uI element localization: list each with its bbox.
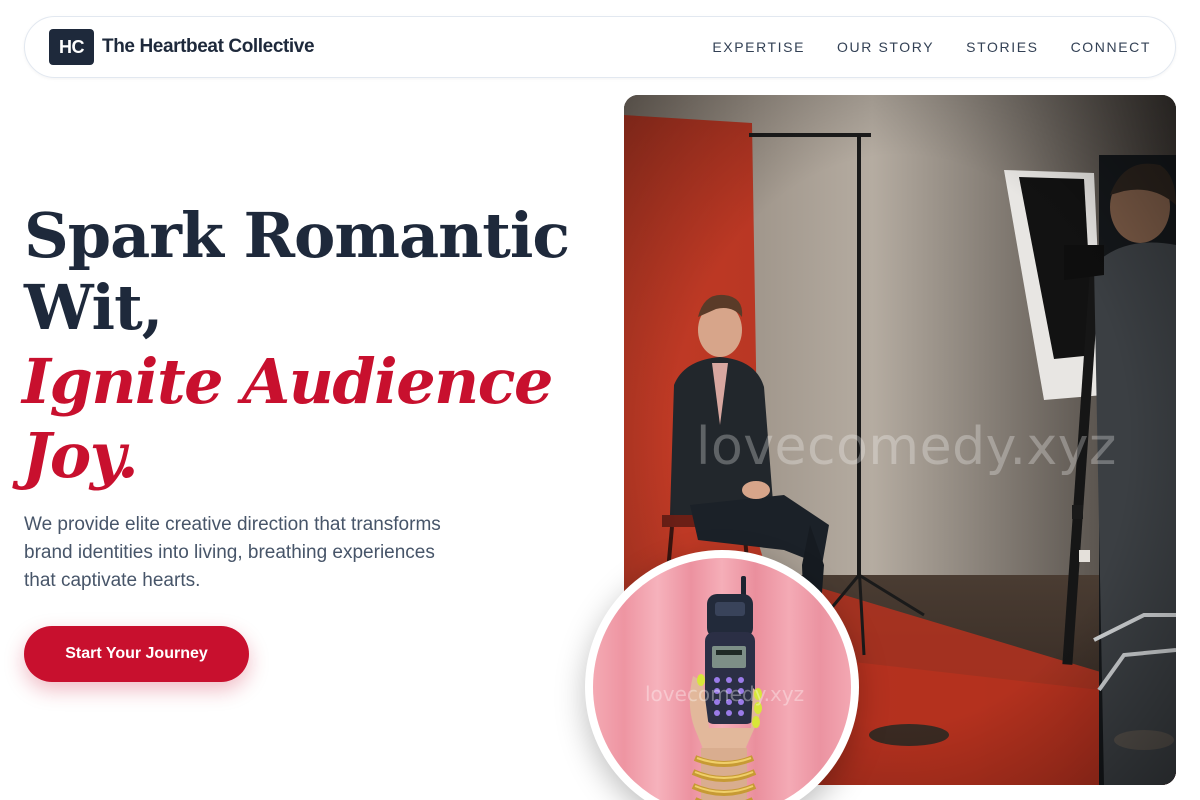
hero-headline: Spark Romantic Wit,: [24, 200, 604, 344]
nav-links: EXPERTISE OUR STORY STORIES CONNECT: [712, 38, 1151, 56]
nav-link-stories[interactable]: STORIES: [966, 38, 1038, 56]
headline-line-1: Spark Romantic: [24, 199, 570, 272]
inset-photo-phone: lovecomedy.xyz: [593, 558, 851, 800]
brand-name[interactable]: The Heartbeat Collective: [102, 36, 315, 58]
start-journey-button[interactable]: Start Your Journey: [24, 626, 249, 682]
hero-headline-accent: Ignite Audience Joy.: [22, 345, 602, 493]
flip-phone-illustration: [593, 558, 851, 800]
hero-subtext: We provide elite creative direction that…: [24, 514, 441, 591]
headline-line-2: Wit,: [24, 271, 163, 344]
nav-link-our-story[interactable]: OUR STORY: [837, 38, 934, 56]
top-nav-bar: HC The Heartbeat Collective EXPERTISE OU…: [24, 16, 1176, 78]
brand-logo[interactable]: HC: [49, 29, 94, 65]
accent-line-1: Ignite Audience: [22, 345, 553, 418]
nav-link-connect[interactable]: CONNECT: [1071, 38, 1151, 56]
nav-link-expertise[interactable]: EXPERTISE: [712, 38, 805, 56]
photo-watermark: lovecomedy.xyz: [696, 417, 1117, 477]
inset-watermark: lovecomedy.xyz: [645, 682, 805, 706]
accent-line-2: Joy.: [22, 419, 139, 492]
